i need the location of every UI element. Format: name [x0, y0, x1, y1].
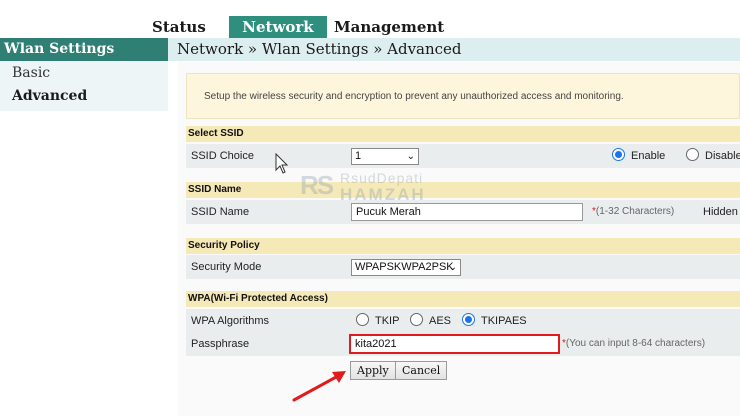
ssid-name-hint-text: (1-32 Characters): [595, 206, 675, 217]
section-ssid-name: SSID Name: [186, 182, 740, 198]
section-select-ssid: Select SSID: [186, 126, 740, 142]
tab-network[interactable]: Network: [229, 16, 327, 38]
security-mode-row: Security Mode: [186, 255, 740, 279]
passphrase-highlight-box: [349, 334, 560, 354]
section-security-policy: Security Policy: [186, 238, 740, 254]
ssid-choice-select[interactable]: 1 ⌄: [351, 148, 419, 165]
section-wpa: WPA(Wi-Fi Protected Access): [186, 291, 740, 307]
apply-button[interactable]: Apply: [350, 361, 396, 380]
red-arrow-icon: [292, 371, 346, 402]
tkipaes-label: TKIPAES: [481, 315, 527, 327]
tab-management[interactable]: Management: [334, 16, 444, 38]
ssid-name-hint: *(1-32 Characters): [592, 200, 674, 224]
aes-radio[interactable]: [410, 313, 423, 326]
wpa-algorithms-label: WPA Algorithms: [191, 315, 270, 327]
breadcrumb: Network » Wlan Settings » Advanced: [168, 38, 740, 61]
chevron-down-icon: ⌄: [406, 151, 415, 162]
security-mode-value: WPAPSKWPA2PSK: [355, 261, 454, 273]
sidebar-item-advanced[interactable]: Advanced: [12, 88, 87, 104]
ssid-choice-label: SSID Choice: [191, 150, 254, 162]
security-mode-select[interactable]: WPAPSKWPA2PSK ⌄: [351, 259, 461, 276]
hidden-label: Hidden: [703, 206, 738, 218]
disable-label: Disable: [705, 150, 740, 162]
cancel-button[interactable]: Cancel: [395, 361, 448, 380]
tkipaes-radio[interactable]: [462, 313, 475, 326]
passphrase-hint: *(You can input 8-64 characters): [562, 332, 705, 356]
watermark-line2: HAMZAH: [340, 185, 426, 204]
disable-radio[interactable]: [686, 148, 699, 161]
sidebar-title: Wlan Settings: [0, 38, 168, 61]
chevron-down-icon: ⌄: [448, 262, 457, 273]
tab-status[interactable]: Status: [152, 16, 206, 38]
aes-label: AES: [429, 315, 452, 327]
mouse-cursor-icon: [275, 153, 289, 174]
enable-label: Enable: [631, 150, 666, 162]
tkip-radio[interactable]: [356, 313, 369, 326]
sidebar-item-basic[interactable]: Basic: [12, 65, 50, 81]
tkip-label: TKIP: [375, 315, 400, 327]
enable-radio[interactable]: [612, 148, 625, 161]
ssid-choice-value: 1: [355, 150, 362, 162]
top-nav: Status Network Management: [0, 0, 740, 38]
intro-text: Setup the wireless security and encrypti…: [186, 73, 740, 119]
passphrase-hint-text: (You can input 8-64 characters): [565, 338, 706, 349]
passphrase-label: Passphrase: [191, 338, 250, 350]
ssid-name-label: SSID Name: [191, 206, 250, 218]
sidebar: Wlan Settings Basic Advanced: [0, 38, 168, 416]
security-mode-label: Security Mode: [191, 261, 262, 273]
watermark-line1: RsudDepati: [340, 170, 424, 186]
watermark-logo: RS RsudDepati HAMZAH: [300, 170, 450, 206]
watermark-logo-mark: RS: [300, 170, 334, 200]
